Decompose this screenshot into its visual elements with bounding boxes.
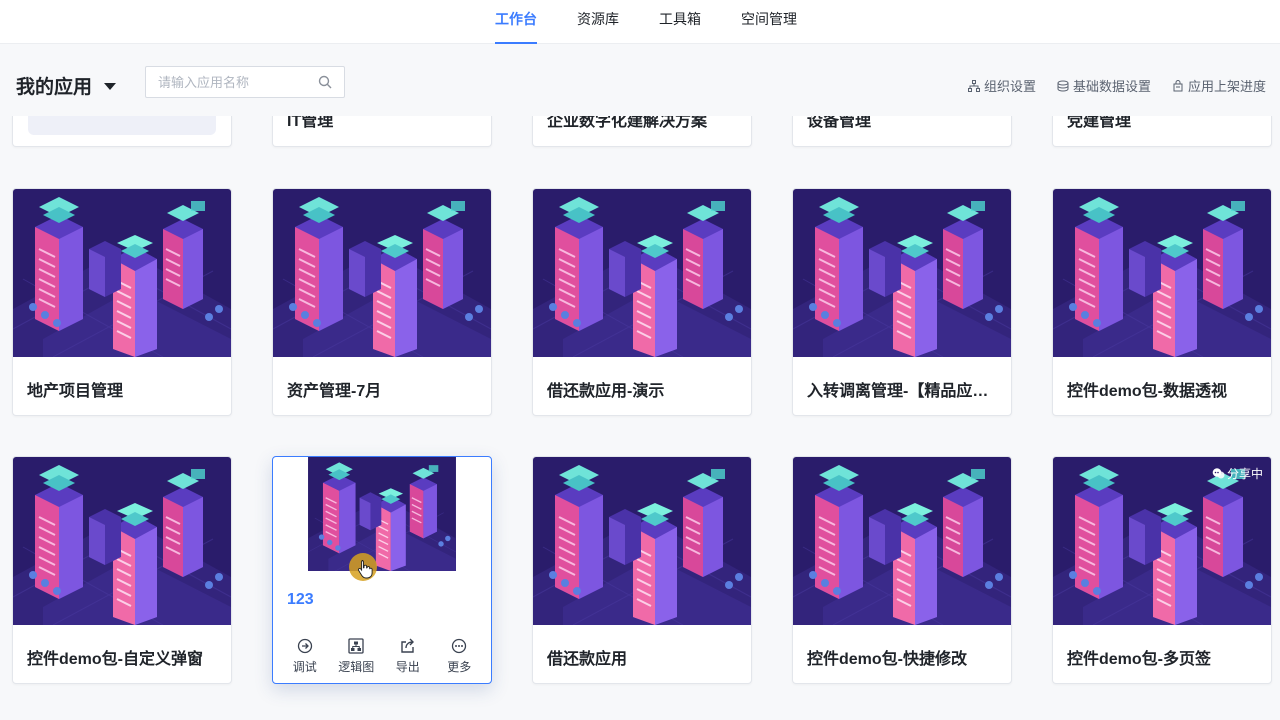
app-name: 设备管理 xyxy=(807,116,872,130)
app-thumbnail xyxy=(533,189,751,357)
app-card[interactable]: 党建管理 xyxy=(1052,116,1272,147)
more-button[interactable]: 更多 xyxy=(434,627,484,683)
app-listing-progress-label: 应用上架进度 xyxy=(1187,79,1266,94)
app-name: 借还款应用 xyxy=(547,651,628,668)
app-card[interactable]: 借还款应用-演示 xyxy=(532,188,752,416)
card-actions: 调试 逻辑图 导出 更多 xyxy=(273,627,491,683)
share-chat-icon xyxy=(1212,468,1225,479)
app-card[interactable]: 企业数字化建解决方案 xyxy=(532,116,752,147)
app-name: 控件demo包-快捷修改 xyxy=(807,651,968,668)
my-apps-dropdown[interactable]: 我的应用 xyxy=(16,72,117,99)
app-listing-progress-link[interactable]: 应用上架进度 xyxy=(1172,76,1266,95)
top-navigation: 工作台 资源库 工具箱 空间管理 xyxy=(0,0,1280,44)
app-name: 控件demo包-自定义弹窗 xyxy=(27,651,204,668)
app-thumbnail xyxy=(793,457,1011,625)
app-card-hovered[interactable]: 123 调试 逻辑图 导出 更多 xyxy=(272,456,492,684)
tab-toolbox[interactable]: 工具箱 xyxy=(659,0,701,44)
debug-icon xyxy=(297,638,312,654)
app-thumbnail xyxy=(1053,457,1271,625)
logic-diagram-label: 逻辑图 xyxy=(338,660,375,674)
app-name: 入转调离管理-【精品应用】 xyxy=(807,383,999,400)
app-card[interactable]: 分享中 控件demo包-多页签 xyxy=(1052,456,1272,684)
export-button[interactable]: 导出 xyxy=(383,627,433,683)
app-thumbnail xyxy=(793,189,1011,357)
placeholder-block xyxy=(28,116,216,135)
export-label: 导出 xyxy=(395,660,420,674)
page-header: 我的应用 组织设置 基础数据设置 应用上架进度 xyxy=(0,44,1280,116)
app-card[interactable]: 设备管理 xyxy=(792,116,1012,147)
app-card[interactable]: IT管理 xyxy=(272,116,492,147)
app-card[interactable]: 控件demo包-自定义弹窗 xyxy=(12,456,232,684)
logic-diagram-button[interactable]: 逻辑图 xyxy=(331,627,381,683)
app-name: 123 xyxy=(287,591,314,608)
shelf-icon xyxy=(1173,79,1183,91)
org-settings-label: 组织设置 xyxy=(983,79,1036,94)
export-icon xyxy=(401,638,414,653)
search-box xyxy=(145,66,345,98)
hand-cursor-icon xyxy=(357,560,373,579)
header-links: 组织设置 基础数据设置 应用上架进度 xyxy=(967,76,1266,95)
app-thumbnail xyxy=(13,457,231,625)
app-name: 党建管理 xyxy=(1067,116,1132,130)
app-name: 借还款应用-演示 xyxy=(547,383,665,400)
app-thumbnail xyxy=(1053,189,1271,357)
app-thumbnail xyxy=(273,189,491,357)
search-input[interactable] xyxy=(158,67,318,97)
logic-diagram-icon xyxy=(348,638,364,654)
database-icon xyxy=(1057,80,1069,92)
sharing-badge-label: 分享中 xyxy=(1226,467,1263,481)
app-grid: IT管理 企业数字化建解决方案 设备管理 党建管理 地产项目管理 资产管理-7月… xyxy=(0,116,1280,720)
app-card[interactable]: 控件demo包-快捷修改 xyxy=(792,456,1012,684)
debug-label: 调试 xyxy=(292,660,317,674)
app-name: 资产管理-7月 xyxy=(287,383,382,400)
app-card[interactable] xyxy=(12,116,232,147)
tab-resource-library[interactable]: 资源库 xyxy=(577,0,619,44)
search-icon[interactable] xyxy=(318,75,332,89)
org-icon xyxy=(967,79,980,92)
app-name: 控件demo包-数据透视 xyxy=(1067,383,1228,400)
app-name: 企业数字化建解决方案 xyxy=(547,116,708,130)
page-title: 我的应用 xyxy=(16,77,93,98)
app-name: IT管理 xyxy=(287,116,334,130)
tab-space-management[interactable]: 空间管理 xyxy=(741,0,797,44)
org-settings-link[interactable]: 组织设置 xyxy=(967,76,1036,95)
more-icon xyxy=(452,638,467,654)
app-thumbnail xyxy=(533,457,751,625)
app-card[interactable]: 地产项目管理 xyxy=(12,188,232,416)
app-name: 控件demo包-多页签 xyxy=(1067,651,1212,668)
debug-button[interactable]: 调试 xyxy=(280,627,330,683)
app-card[interactable]: 借还款应用 xyxy=(532,456,752,684)
app-name: 地产项目管理 xyxy=(27,383,124,400)
base-data-settings-link[interactable]: 基础数据设置 xyxy=(1057,76,1151,95)
base-data-settings-label: 基础数据设置 xyxy=(1072,79,1151,94)
caret-down-icon xyxy=(104,83,117,90)
tab-workbench[interactable]: 工作台 xyxy=(495,0,537,44)
app-card[interactable]: 控件demo包-数据透视 xyxy=(1052,188,1272,416)
sharing-badge: 分享中 xyxy=(1212,465,1263,482)
app-thumbnail xyxy=(13,189,231,357)
app-card[interactable]: 资产管理-7月 xyxy=(272,188,492,416)
app-card[interactable]: 入转调离管理-【精品应用】 xyxy=(792,188,1012,416)
more-label: 更多 xyxy=(447,660,472,674)
app-thumbnail xyxy=(273,457,491,571)
